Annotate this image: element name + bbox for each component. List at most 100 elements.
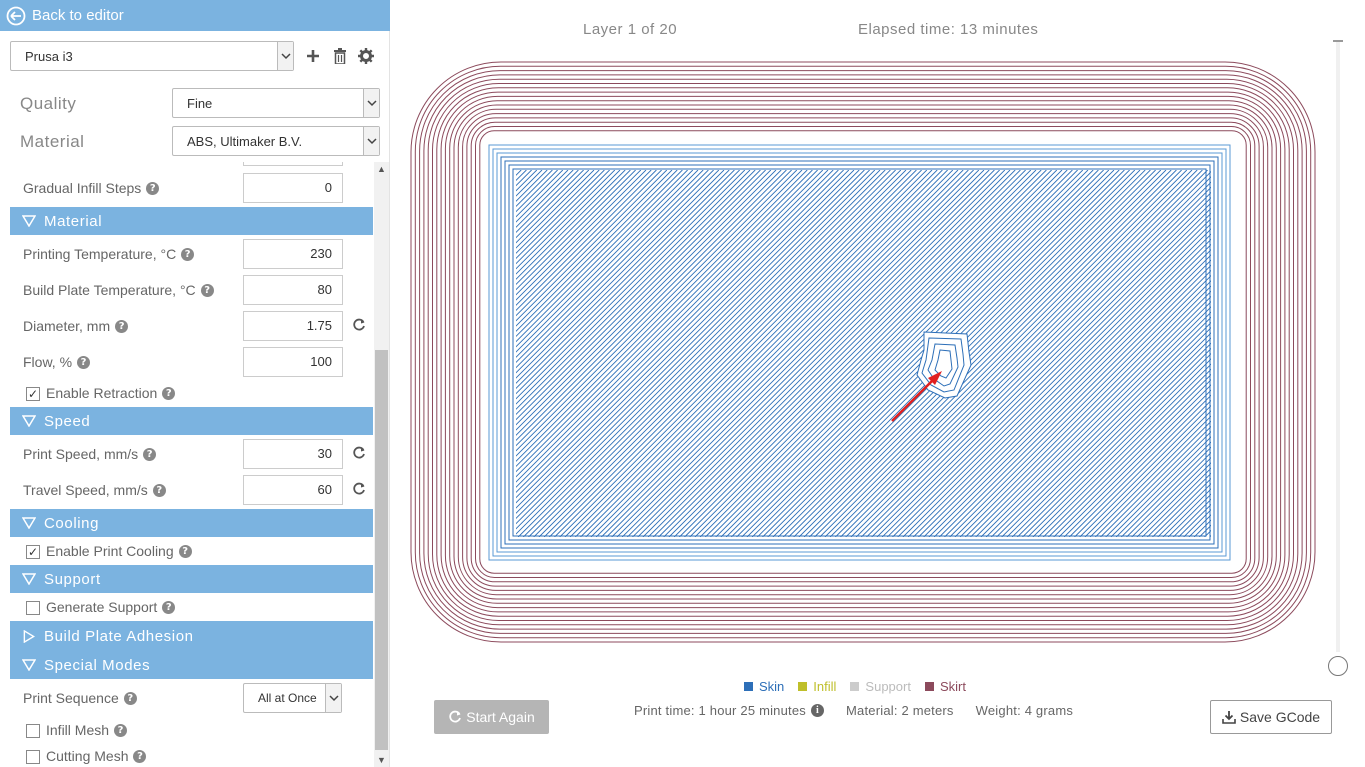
travel-speed-label: Travel Speed, mm/s? (23, 482, 166, 498)
printer-settings-gear-icon[interactable] (357, 47, 375, 65)
gcode-layer-preview[interactable] (409, 60, 1317, 648)
reset-refresh-icon[interactable] (352, 446, 366, 460)
chevron-down-icon (277, 42, 293, 70)
section-material-header[interactable]: Material (10, 207, 373, 235)
reset-refresh-icon[interactable] (352, 482, 366, 496)
settings-list[interactable]: Gradual Infill Steps? 0 Material Printin… (10, 162, 374, 767)
print-speed-label: Print Speed, mm/s? (23, 446, 157, 462)
start-again-button[interactable]: Start Again (434, 700, 549, 734)
start-again-label: Start Again (466, 709, 535, 725)
help-icon[interactable]: ? (152, 483, 166, 497)
help-icon[interactable]: ? (146, 181, 160, 195)
help-icon[interactable]: ? (162, 386, 176, 400)
material-label: Material (20, 132, 85, 151)
plate-temp-input[interactable]: 80 (243, 275, 343, 305)
layer-slider[interactable] (1328, 40, 1348, 676)
print-temp-input[interactable]: 230 (243, 239, 343, 269)
back-label: Back to editor (32, 7, 124, 24)
quality-select-value: Fine (187, 95, 213, 111)
help-icon[interactable]: ? (162, 600, 176, 614)
triangle-right-icon (23, 629, 35, 643)
quality-label: Quality (20, 94, 77, 113)
travel-speed-input[interactable]: 60 (243, 475, 343, 505)
save-gcode-button[interactable]: Save GCode (1210, 700, 1332, 734)
diameter-input[interactable]: 1.75 (243, 311, 343, 341)
back-to-editor-button[interactable]: Back to editor (0, 0, 390, 31)
print-speed-input[interactable]: 30 (243, 439, 343, 469)
layer-slider-track[interactable] (1336, 40, 1340, 652)
section-special-modes-header[interactable]: Special Modes (10, 651, 373, 679)
settings-panel: Back to editor Prusa i3 Quality Fine Mat… (0, 0, 390, 767)
printer-select-value: Prusa i3 (25, 48, 73, 64)
delete-printer-trash-icon[interactable] (331, 47, 349, 65)
material-select-value: ABS, Ultimaker B.V. (187, 133, 303, 149)
skirt-loop (423, 74, 1303, 630)
cutting-mesh-checkbox[interactable] (26, 750, 40, 764)
section-adhesion-header[interactable]: Build Plate Adhesion (10, 621, 373, 651)
layer-indicator: Layer 1 of 20 (583, 21, 678, 38)
section-speed-header[interactable]: Speed (10, 407, 373, 435)
triangle-down-icon (22, 415, 36, 427)
help-icon[interactable]: ? (200, 283, 214, 297)
print-stats: Print time: 1 hour 25 minutes i Material:… (634, 703, 1095, 718)
gradual-infill-input[interactable]: 0 (243, 173, 343, 203)
print-time-stat: Print time: 1 hour 25 minutes i (634, 703, 824, 718)
quality-select[interactable]: Fine (172, 88, 380, 118)
legend-item-infill: Infill (798, 679, 836, 694)
diameter-label: Diameter, mm? (23, 318, 129, 334)
help-icon[interactable]: ? (123, 691, 137, 705)
cooling-checkbox[interactable]: ✓ (26, 545, 40, 559)
reset-refresh-icon[interactable] (352, 318, 366, 332)
retraction-label: Enable Retraction? (46, 385, 176, 401)
download-icon (1222, 711, 1236, 724)
layer-slider-knob[interactable] (1328, 656, 1348, 676)
help-icon[interactable]: ? (178, 544, 192, 558)
chevron-down-icon (363, 127, 379, 155)
preview-area: Layer 1 of 20 Elapsed time: 13 minutes S… (391, 0, 1365, 767)
help-icon[interactable]: ? (143, 447, 157, 461)
refresh-icon (449, 710, 462, 723)
triangle-down-icon (22, 573, 36, 585)
help-icon[interactable]: ? (77, 355, 91, 369)
back-arrow-icon (6, 6, 26, 25)
legend-label: Skirt (939, 679, 966, 694)
chevron-down-icon (325, 684, 341, 712)
support-checkbox[interactable] (26, 601, 40, 615)
material-select[interactable]: ABS, Ultimaker B.V. (172, 126, 380, 156)
flow-label: Flow, %? (23, 354, 91, 370)
add-printer-plus-icon[interactable] (304, 47, 322, 65)
scroll-down-arrow-icon[interactable]: ▼ (374, 753, 389, 767)
help-icon[interactable]: ? (133, 749, 147, 763)
settings-scrollbar[interactable]: ▲ ▼ (374, 162, 389, 767)
cutting-mesh-label: Cutting Mesh? (46, 748, 147, 764)
scrollbar-thumb[interactable] (375, 350, 388, 750)
triangle-down-icon (22, 215, 36, 227)
partial-number-input[interactable] (243, 162, 343, 166)
legend-label: Infill (813, 679, 837, 694)
legend-label: Support (865, 679, 911, 694)
plate-temp-label: Build Plate Temperature, °C? (23, 282, 214, 298)
print-temp-label: Printing Temperature, °C? (23, 246, 195, 262)
print-sequence-select[interactable]: All at Once (243, 683, 342, 713)
help-icon[interactable]: ? (115, 319, 129, 333)
legend-item-skin: Skin (744, 679, 784, 694)
infill-mesh-checkbox[interactable] (26, 724, 40, 738)
flow-input[interactable]: 100 (243, 347, 343, 377)
triangle-down-icon (22, 659, 36, 671)
weight-stat: Weight: 4 grams (975, 703, 1074, 718)
save-gcode-label: Save GCode (1239, 709, 1321, 725)
gradual-infill-label: Gradual Infill Steps? (23, 180, 160, 196)
section-support-header[interactable]: Support (10, 565, 373, 593)
scroll-up-arrow-icon[interactable]: ▲ (374, 162, 389, 176)
help-icon[interactable]: ? (181, 247, 195, 261)
retraction-checkbox[interactable]: ✓ (26, 387, 40, 401)
printer-select[interactable]: Prusa i3 (10, 41, 294, 71)
info-icon[interactable]: i (811, 704, 824, 717)
print-sequence-label: Print Sequence? (23, 690, 137, 706)
support-label: Generate Support? (46, 599, 176, 615)
cooling-label: Enable Print Cooling? (46, 543, 192, 559)
printer-row: Prusa i3 (10, 41, 390, 71)
section-cooling-header[interactable]: Cooling (10, 509, 373, 537)
help-icon[interactable]: ? (114, 723, 128, 737)
skin-hatch (516, 170, 1211, 537)
